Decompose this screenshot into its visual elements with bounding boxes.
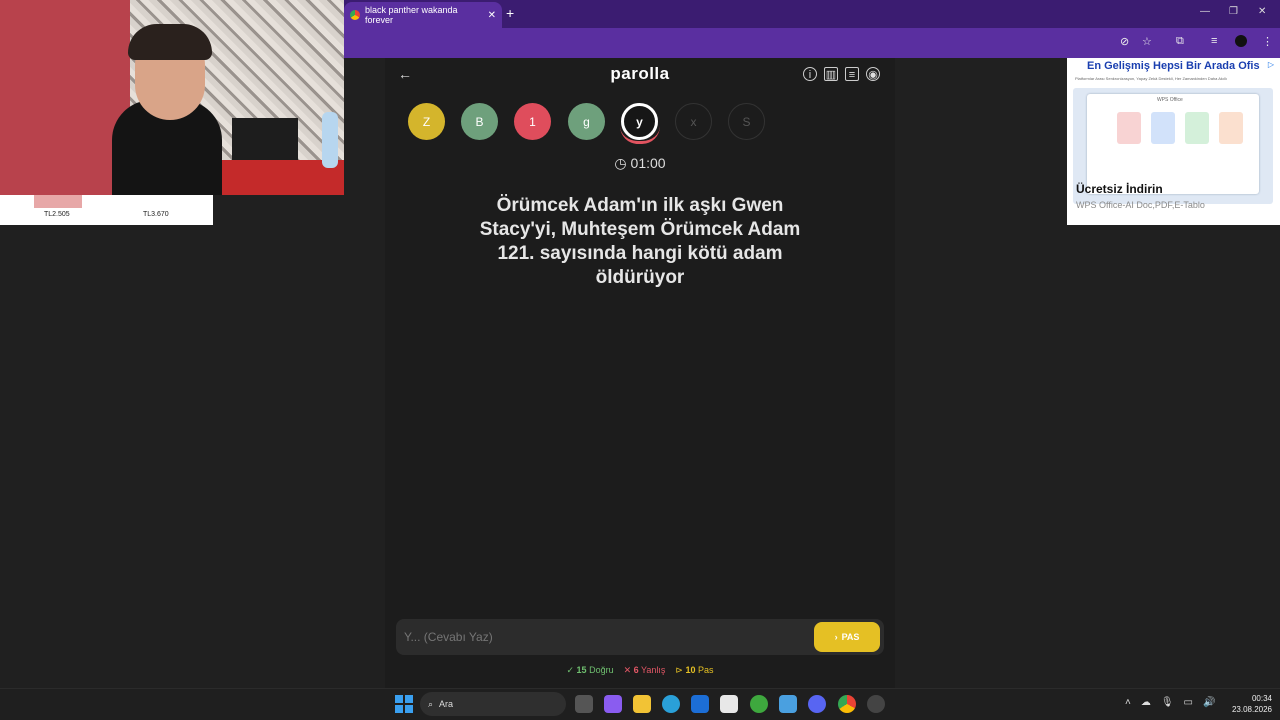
- presentation-app-icon: [1219, 112, 1243, 144]
- edge-icon[interactable]: [662, 695, 680, 713]
- chrome-icon[interactable]: [838, 695, 856, 713]
- media-icon[interactable]: ≡: [1211, 35, 1217, 47]
- app-icon[interactable]: [779, 695, 797, 713]
- cross-icon: ✕: [623, 665, 632, 675]
- shopping-strip: TL2.505 TL3.670: [0, 195, 213, 225]
- browser-toolbar: [344, 28, 1280, 58]
- obs-icon[interactable]: [867, 695, 885, 713]
- xbox-icon[interactable]: [750, 695, 768, 713]
- webcam-overlay: [0, 0, 344, 195]
- search-icon: ⌕: [428, 698, 434, 709]
- question-line: 121. sayısında hangi kötü adam: [497, 243, 783, 264]
- writer-app-icon: [1151, 112, 1175, 144]
- letter-bubble-pending: S: [728, 103, 765, 140]
- profile-icon[interactable]: ◉: [866, 67, 880, 81]
- chevron-right-icon: ›: [834, 632, 838, 642]
- letter-bubble-correct: g: [568, 103, 605, 140]
- search-label: Ara: [439, 699, 454, 709]
- microphone-icon[interactable]: 🎙: [1161, 697, 1174, 708]
- copilot-icon[interactable]: [604, 695, 622, 713]
- pass-count: 10: [685, 665, 696, 675]
- ad-window-label: WPS Office: [1157, 97, 1183, 103]
- ad-title: Ücretsiz İndirin: [1076, 182, 1163, 196]
- bookmark-star-icon[interactable]: ☆: [1142, 35, 1152, 48]
- product-price-1: TL2.505: [44, 211, 70, 218]
- wrong-count: 6: [633, 665, 639, 675]
- answer-bar: › PAS: [396, 619, 884, 655]
- windows-start-icon[interactable]: [395, 695, 413, 713]
- advertisement[interactable]: En Gelişmiş Hepsi Bir Arada Ofis Platfor…: [1067, 58, 1280, 225]
- store-icon[interactable]: [720, 695, 738, 713]
- ad-headline: En Gelişmiş Hepsi Bir Arada Ofis: [1087, 60, 1260, 72]
- question-text: Örümcek Adam'ın ilk aşkı Gwen Stacy'yi, …: [440, 194, 840, 290]
- letter-bubble-pending: x: [675, 103, 712, 140]
- score-stats: ✓ 15 Doğru ✕ 6 Yanlış ⊳ 10 Pas: [540, 665, 740, 676]
- new-tab-button[interactable]: +: [506, 6, 514, 20]
- pass-button-label: PAS: [841, 632, 860, 642]
- pdf-app-icon: [1117, 112, 1141, 144]
- mail-icon[interactable]: [691, 695, 709, 713]
- tab-title: black panther wakanda forever: [365, 5, 458, 25]
- maximize-icon[interactable]: ❐: [1229, 6, 1238, 17]
- pass-stat-label: Pas: [698, 665, 714, 675]
- leaderboard-icon[interactable]: ▥: [824, 67, 838, 81]
- browser-tab[interactable]: black panther wakanda forever ✕: [344, 2, 502, 28]
- menu-icon[interactable]: ⋮: [1262, 35, 1273, 48]
- check-icon: ✓: [566, 665, 575, 675]
- display-icon[interactable]: ▭: [1184, 697, 1193, 708]
- system-tray: ˄ ☁ 🎙 ▭ 🔊: [1125, 697, 1215, 708]
- feedback-icon[interactable]: ≡: [845, 67, 859, 81]
- discord-icon[interactable]: [808, 695, 826, 713]
- page-title: parolla: [610, 64, 670, 83]
- clock-date: 23.08.2026: [1231, 705, 1272, 714]
- eye-off-icon[interactable]: ⊘: [1120, 35, 1129, 48]
- skip-icon: ⊳: [675, 665, 683, 675]
- pass-button[interactable]: › PAS: [814, 622, 880, 652]
- tab-close-icon[interactable]: ✕: [488, 10, 496, 21]
- info-icon[interactable]: i: [803, 67, 817, 81]
- minimize-icon[interactable]: —: [1200, 6, 1210, 17]
- clock-time: 00:34: [1251, 694, 1272, 703]
- question-line: öldürüyor: [595, 267, 685, 288]
- question-line: Örümcek Adam'ın ilk aşkı Gwen: [496, 195, 784, 216]
- countdown-timer: ◷ 01:00: [580, 155, 700, 172]
- ad-description: WPS Office-AI Doc,PDF,E-Tablo: [1076, 200, 1205, 210]
- task-view-icon[interactable]: [575, 695, 593, 713]
- answer-input[interactable]: [404, 627, 804, 647]
- letter-bubble-correct: Z: [408, 103, 445, 140]
- question-line: Stacy'yi, Muhteşem Örümcek Adam: [479, 219, 801, 240]
- back-arrow-icon[interactable]: ←: [398, 66, 412, 82]
- correct-count: 15: [576, 665, 587, 675]
- sheet-app-icon: [1185, 112, 1209, 144]
- onedrive-icon[interactable]: ☁: [1141, 697, 1151, 708]
- wrong-label: Yanlış: [641, 665, 666, 675]
- file-explorer-icon[interactable]: [633, 695, 651, 713]
- ad-choices-icon[interactable]: ▷: [1268, 60, 1274, 69]
- profile-avatar[interactable]: [1235, 35, 1247, 47]
- system-clock[interactable]: 00:34 23.08.2026: [1222, 693, 1272, 715]
- product-thumbnail: [34, 195, 82, 208]
- letter-bubble-correct: B: [461, 103, 498, 140]
- ad-subtext: Platformlar Arası Senkronizasyon, Yapay …: [1075, 76, 1227, 81]
- letter-bubble-wrong: 1: [514, 103, 551, 140]
- close-window-icon[interactable]: ✕: [1258, 6, 1266, 17]
- product-price-2: TL3.670: [143, 211, 169, 218]
- timer-value: 01:00: [630, 155, 666, 171]
- extensions-icon[interactable]: ⧉: [1176, 35, 1184, 48]
- google-icon: [350, 10, 360, 20]
- volume-icon[interactable]: 🔊: [1203, 697, 1215, 708]
- correct-label: Doğru: [589, 665, 614, 675]
- clock-icon: ◷: [614, 155, 627, 171]
- game-panel: [385, 58, 895, 688]
- chevron-up-icon[interactable]: ˄: [1125, 697, 1131, 708]
- taskbar-search[interactable]: ⌕ Ara: [420, 692, 566, 716]
